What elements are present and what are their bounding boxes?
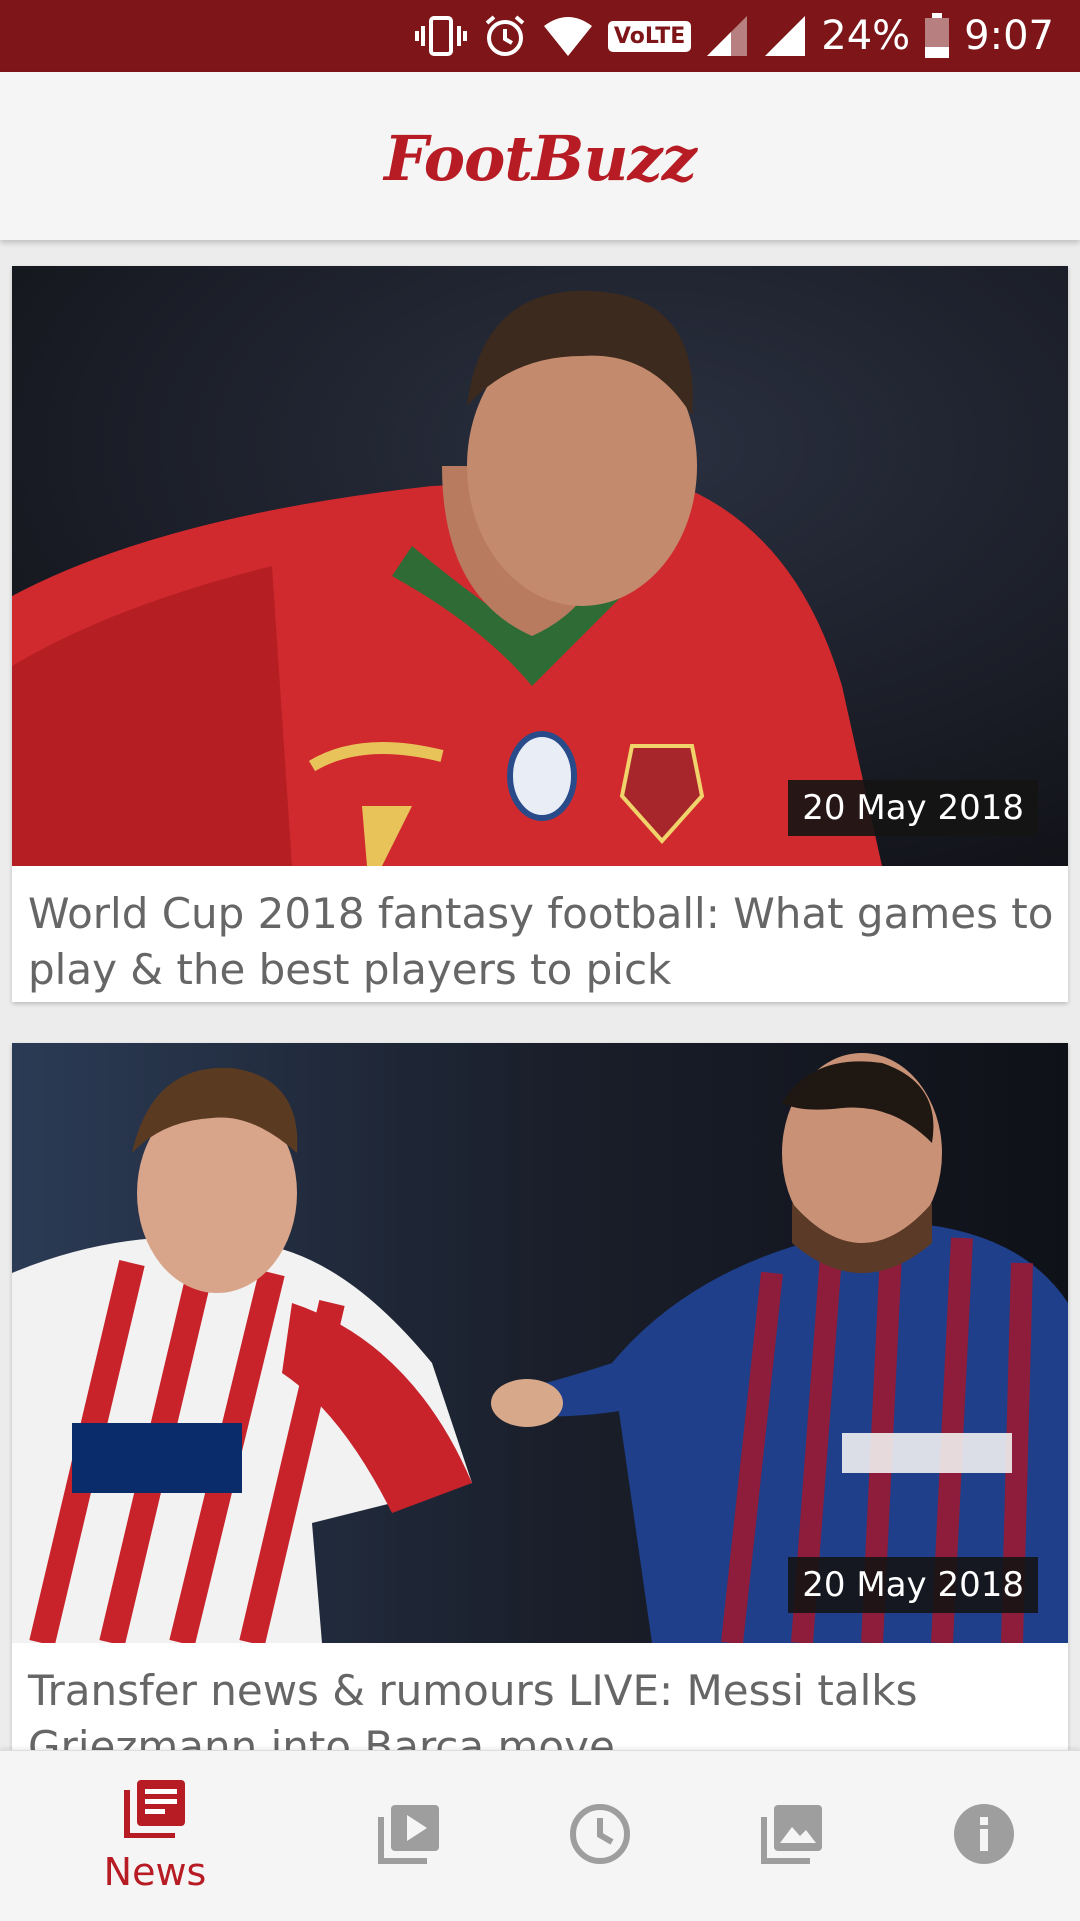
nav-item-recent[interactable] <box>492 1751 708 1921</box>
news-feed[interactable]: 20 May 2018 World Cup 2018 fantasy footb… <box>0 240 1080 1750</box>
article-image[interactable]: 20 May 2018 <box>12 266 1068 866</box>
article-title[interactable]: Transfer news & rumours LIVE: Messi talk… <box>28 1663 1054 1750</box>
nav-label-news: News <box>103 1850 207 1894</box>
signal-icon <box>705 14 749 58</box>
nav-item-info[interactable] <box>876 1751 1080 1921</box>
nav-item-videos[interactable] <box>301 1751 517 1921</box>
alarm-icon <box>482 13 528 59</box>
article-image[interactable]: 20 May 2018 <box>12 1043 1068 1643</box>
video-library-icon <box>377 1803 441 1869</box>
battery-icon <box>924 13 950 59</box>
news-card[interactable]: 20 May 2018 Transfer news & rumours LIVE… <box>12 1043 1068 1750</box>
vibrate-icon <box>414 14 468 58</box>
status-bar: VoLTE 24% 9:07 <box>0 0 1080 72</box>
clock-time: 9:07 <box>964 13 1054 59</box>
news-icon <box>123 1778 187 1842</box>
article-title[interactable]: World Cup 2018 fantasy football: What ga… <box>28 886 1054 998</box>
bottom-navigation: News <box>0 1750 1080 1921</box>
volte-icon: VoLTE <box>607 20 692 52</box>
photo-library-icon <box>760 1803 824 1869</box>
status-icons: VoLTE 24% 9:07 <box>414 0 1054 72</box>
wifi-icon <box>542 14 594 58</box>
app-logo: FootBuzz <box>384 122 697 195</box>
battery-percent: 24% <box>821 13 911 59</box>
info-icon <box>952 1802 1016 1870</box>
nav-item-gallery[interactable] <box>684 1751 900 1921</box>
news-card[interactable]: 20 May 2018 World Cup 2018 fantasy footb… <box>12 266 1068 1002</box>
app-bar: FootBuzz <box>0 72 1080 240</box>
article-date: 20 May 2018 <box>788 780 1038 836</box>
signal-icon <box>763 14 807 58</box>
nav-item-news[interactable]: News <box>47 1751 263 1921</box>
clock-icon <box>568 1802 632 1870</box>
article-date: 20 May 2018 <box>788 1557 1038 1613</box>
